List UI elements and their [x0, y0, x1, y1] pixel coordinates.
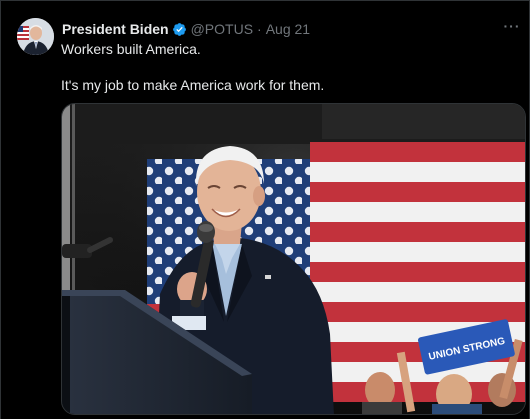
- verified-badge-icon: [172, 22, 187, 37]
- tweet-text-line-2: It's my job to make America work for the…: [61, 77, 325, 93]
- author-name[interactable]: President Biden: [62, 20, 169, 38]
- tweet-photo[interactable]: UNION STRONG: [61, 103, 526, 415]
- tweet[interactable]: President Biden @POTUS · Aug 21 ··· Work…: [0, 0, 530, 419]
- photo-image: UNION STRONG: [62, 104, 525, 414]
- avatar-image: [17, 18, 54, 55]
- tweet-text: Workers built America. It's my job to ma…: [61, 40, 510, 94]
- avatar[interactable]: [17, 18, 54, 55]
- tweet-date[interactable]: Aug 21: [266, 20, 310, 38]
- author-handle[interactable]: @POTUS: [191, 20, 253, 38]
- separator-dot: ·: [257, 21, 262, 37]
- tweet-header: President Biden @POTUS · Aug 21: [62, 19, 500, 39]
- tweet-text-line-1: Workers built America.: [61, 41, 201, 57]
- more-options-icon[interactable]: ···: [500, 17, 524, 35]
